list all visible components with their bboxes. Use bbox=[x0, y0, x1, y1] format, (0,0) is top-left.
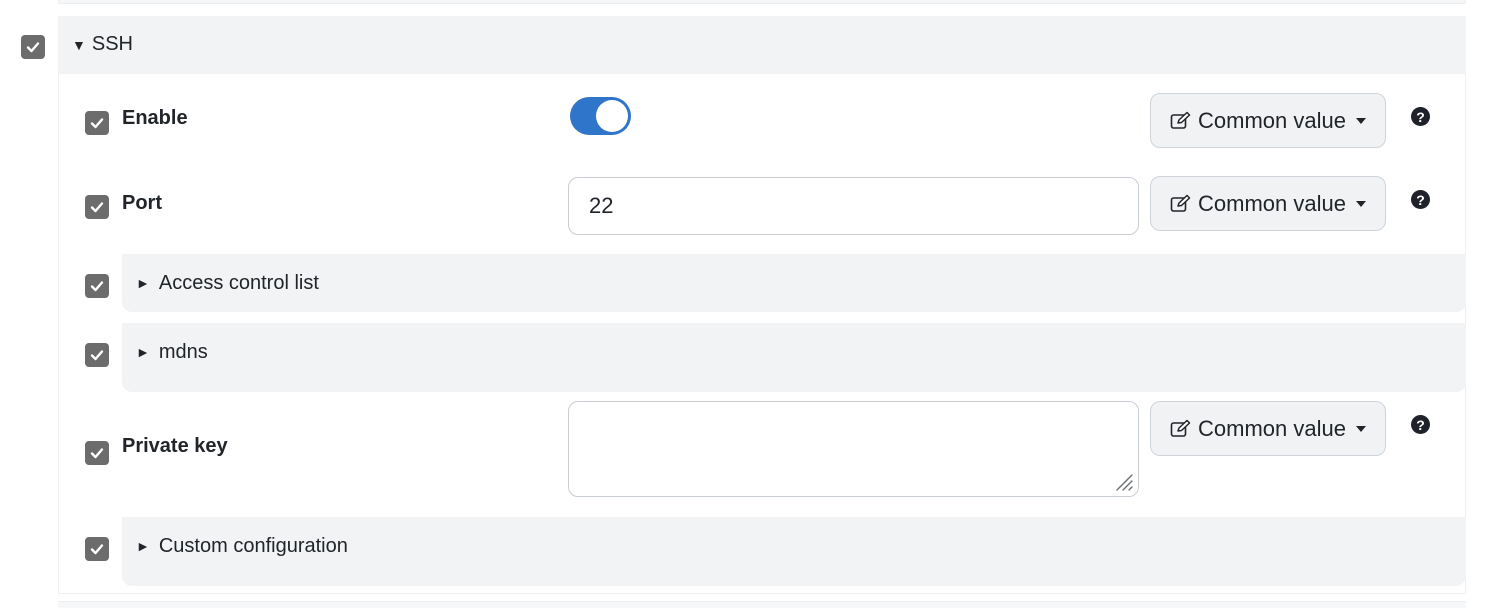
check-icon bbox=[90, 448, 104, 459]
port-label: Port bbox=[122, 192, 162, 214]
question-circle-icon[interactable]: ? bbox=[1411, 190, 1430, 209]
dropdown-caret-icon bbox=[1355, 117, 1366, 124]
check-icon bbox=[90, 544, 104, 555]
check-icon bbox=[90, 202, 104, 213]
toggle-knob bbox=[596, 100, 628, 132]
ssh-section-checkbox[interactable] bbox=[21, 35, 45, 59]
enable-toggle[interactable] bbox=[570, 97, 631, 135]
acl-checkbox[interactable] bbox=[85, 274, 109, 298]
common-value-label: Common value bbox=[1198, 190, 1346, 216]
port-common-value-button[interactable]: Common value bbox=[1150, 176, 1386, 231]
private-key-textarea[interactable] bbox=[568, 401, 1139, 497]
port-input[interactable]: 22 bbox=[568, 177, 1139, 235]
private-key-common-value-button[interactable]: Common value bbox=[1150, 401, 1386, 456]
custom-config-section-title: Custom configuration bbox=[158, 534, 348, 557]
common-value-label: Common value bbox=[1198, 415, 1346, 441]
ssh-section-title: SSH bbox=[91, 33, 133, 55]
caret-down-icon: ▼ bbox=[72, 36, 86, 53]
question-circle-icon[interactable]: ? bbox=[1411, 107, 1430, 126]
custom-config-checkbox[interactable] bbox=[85, 537, 109, 561]
ssh-section-header[interactable]: ▼ SSH bbox=[58, 16, 1466, 74]
private-key-label: Private key bbox=[122, 435, 228, 457]
edit-icon bbox=[1170, 111, 1191, 129]
dropdown-caret-icon bbox=[1355, 200, 1366, 207]
dropdown-caret-icon bbox=[1355, 425, 1366, 432]
caret-right-icon: ► bbox=[136, 275, 150, 291]
mdns-checkbox[interactable] bbox=[85, 343, 109, 367]
acl-section-title: Access control list bbox=[158, 271, 319, 294]
question-circle-icon[interactable]: ? bbox=[1411, 415, 1430, 434]
edit-icon bbox=[1170, 419, 1191, 437]
enable-label: Enable bbox=[122, 107, 188, 129]
port-checkbox[interactable] bbox=[85, 195, 109, 219]
caret-right-icon: ► bbox=[136, 538, 150, 554]
check-icon bbox=[90, 281, 104, 292]
resize-grip-icon[interactable] bbox=[1112, 470, 1134, 492]
private-key-checkbox[interactable] bbox=[85, 441, 109, 465]
port-value: 22 bbox=[589, 193, 614, 218]
enable-common-value-button[interactable]: Common value bbox=[1150, 93, 1386, 148]
check-icon bbox=[90, 118, 104, 129]
caret-right-icon: ► bbox=[136, 344, 150, 360]
enable-checkbox[interactable] bbox=[85, 111, 109, 135]
edit-icon bbox=[1170, 194, 1191, 212]
check-icon bbox=[90, 350, 104, 361]
common-value-label: Common value bbox=[1198, 107, 1346, 133]
check-icon bbox=[26, 42, 40, 53]
acl-section[interactable]: ► Access control list bbox=[122, 254, 1466, 312]
mdns-section[interactable]: ► mdns bbox=[122, 323, 1466, 392]
next-panel-edge bbox=[58, 601, 1466, 608]
previous-panel-edge bbox=[58, 0, 1466, 4]
custom-config-section[interactable]: ► Custom configuration bbox=[122, 517, 1466, 586]
mdns-section-title: mdns bbox=[158, 340, 208, 363]
